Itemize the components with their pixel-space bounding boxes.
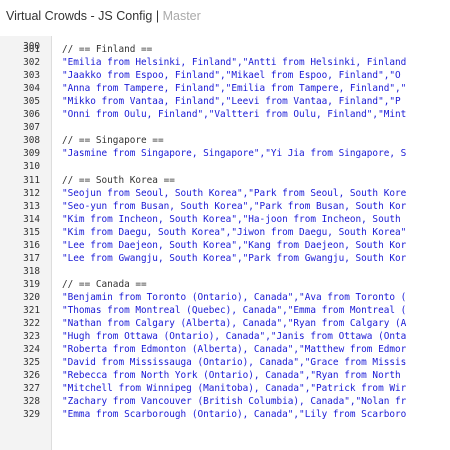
code-comment: // == Finland ==	[62, 44, 153, 55]
code-text: "Anna from Tampere, Finland","Emilia fro…	[62, 83, 407, 95]
line-number: 308	[23, 135, 40, 147]
code-line[interactable]: 317 "Lee from Gwangju, South Korea","Park…	[0, 252, 450, 265]
code-line[interactable]: 312 "Seojun from Seoul, South Korea","Par…	[0, 187, 450, 200]
line-number: 328	[23, 396, 40, 408]
code-text: "Thomas from Montreal (Quebec), Canada",…	[62, 305, 407, 316]
code-line[interactable]: 305 "Mikko from Vantaa, Finland","Leevi f…	[0, 95, 450, 108]
code-text: "Kim from Daegu, South Korea","Jiwon fro…	[62, 226, 407, 238]
code-text: "Lee from Gwangju, South Korea","Park fr…	[62, 252, 407, 264]
line-number: 329	[23, 409, 40, 421]
code-text: "Hugh from Ottawa (Ontario), Canada","Ja…	[62, 331, 407, 343]
code-text: "Seo-yun from Busan, South Korea","Park …	[62, 200, 407, 212]
code-text: "Emilia from Helsinki, Finland","Antti f…	[62, 57, 407, 69]
code-comment: // == Singapore ==	[62, 135, 164, 147]
code-line[interactable]: 327 "Mitchell from Winnipeg (Manitoba), C…	[0, 382, 450, 395]
line-number: 302	[23, 57, 40, 69]
line-number: 304	[23, 83, 40, 95]
code-line[interactable]: 306 "Onni from Oulu, Finland","Valtteri f…	[0, 108, 450, 121]
line-number: 303	[23, 70, 40, 82]
code-line[interactable]: 307	[0, 121, 450, 134]
code-text: "Mitchell from Winnipeg (Manitoba), Cana…	[62, 383, 407, 395]
code-text: "Mikko from Vantaa, Finland","Leevi from…	[62, 96, 401, 108]
code-line[interactable]: 308 // == Singapore ==	[0, 134, 450, 147]
app-window: Virtual Crowds - JS Config | Master 300 …	[0, 0, 450, 450]
code-line[interactable]: 302 "Emilia from Helsinki, Finland","Antt…	[0, 56, 450, 69]
code-line[interactable]: 322 "Nathan from Calgary (Alberta), Canad…	[0, 317, 450, 330]
code-text: "Lee from Daejeon, South Korea","Kang fr…	[62, 239, 407, 251]
line-number: 305	[23, 96, 40, 108]
line-number: 327	[23, 383, 40, 395]
line-number: 306	[23, 109, 40, 121]
code-line[interactable]: 320 "Benjamin from Toronto (Ontario), Can…	[0, 291, 450, 304]
code-line[interactable]: 314 "Kim from Incheon, South Korea","Ha-j…	[0, 213, 450, 226]
line-number: 313	[23, 200, 40, 212]
code-text: "Zachary from Vancouver (British Columbi…	[62, 396, 407, 408]
code-line[interactable]: 325 "David from Mississauga (Ontario), Ca…	[0, 356, 450, 369]
code-line[interactable]: 328 "Zachary from Vancouver (British Colu…	[0, 395, 450, 408]
code-line[interactable]: 323 "Hugh from Ottawa (Ontario), Canada",…	[0, 330, 450, 343]
line-number: 318	[23, 265, 40, 277]
code-line[interactable]: 313 "Seo-yun from Busan, South Korea","Pa…	[0, 200, 450, 213]
branch-name[interactable]: Master	[163, 9, 201, 23]
code-text: "Emma from Scarborough (Ontario), Canada…	[62, 409, 407, 421]
code-line-partial: 300	[0, 36, 450, 52]
code-line[interactable]: 321 "Thomas from Montreal (Quebec), Canad…	[0, 304, 450, 317]
code-editor[interactable]: 300 301 // == Finland == 302 "Emilia from H…	[0, 36, 450, 450]
line-number: 326	[23, 370, 40, 382]
code-line[interactable]: 315 "Kim from Daegu, South Korea","Jiwon …	[0, 226, 450, 239]
line-number: 322	[23, 318, 40, 330]
line-number: 309	[23, 148, 40, 160]
code-text: "Jasmine from Singapore, Singapore","Yi …	[62, 148, 407, 160]
window-title: Virtual Crowds - JS Config	[6, 9, 153, 23]
code-line[interactable]: 303 "Jaakko from Espoo, Finland","Mikael …	[0, 69, 450, 82]
line-number: 315	[23, 226, 40, 238]
line-number: 324	[23, 344, 40, 356]
line-number: 310	[23, 161, 40, 173]
line-number: 317	[23, 252, 40, 264]
code-line[interactable]: 324 "Roberta from Edmonton (Alberta), Can…	[0, 343, 450, 356]
code-line[interactable]: 309 "Jasmine from Singapore, Singapore","…	[0, 147, 450, 160]
line-number: 311	[23, 174, 40, 186]
code-comment: // == Canada ==	[62, 278, 147, 290]
code-line[interactable]: 329 "Emma from Scarborough (Ontario), Can…	[0, 408, 450, 421]
code-comment: // == South Korea ==	[62, 174, 175, 186]
code-text: "Benjamin from Toronto (Ontario), Canada…	[62, 291, 407, 303]
code-text: "Jaakko from Espoo, Finland","Mikael fro…	[62, 70, 401, 82]
code-text: "Roberta from Edmonton (Alberta), Canada…	[62, 344, 407, 356]
code-line[interactable]: 301 // == Finland ==	[0, 43, 450, 56]
code-text: "Seojun from Seoul, South Korea","Park f…	[62, 187, 407, 199]
line-number: 320	[23, 291, 40, 303]
code-line[interactable]: 310	[0, 160, 450, 173]
code-text: "Onni from Oulu, Finland","Valtteri from…	[62, 109, 407, 121]
code-text: "Rebecca from North York (Ontario), Cana…	[62, 370, 401, 382]
code-line[interactable]: 319 // == Canada ==	[0, 278, 450, 291]
code-line[interactable]: 304 "Anna from Tampere, Finland","Emilia …	[0, 82, 450, 95]
line-number: 323	[23, 331, 40, 343]
code-line[interactable]: 326 "Rebecca from North York (Ontario), C…	[0, 369, 450, 382]
line-number: 316	[23, 239, 40, 251]
code-line[interactable]: 318	[0, 265, 450, 278]
line-number: 319	[23, 278, 40, 290]
title-bar: Virtual Crowds - JS Config | Master	[0, 0, 450, 36]
code-text: "David from Mississauga (Ontario), Canad…	[62, 357, 407, 369]
code-line[interactable]: 316 "Lee from Daejeon, South Korea","Kang…	[0, 239, 450, 252]
line-number: 314	[23, 213, 40, 225]
line-number: 325	[23, 357, 40, 369]
code-line[interactable]: 311 // == South Korea ==	[0, 174, 450, 187]
code-text: "Nathan from Calgary (Alberta), Canada",…	[62, 318, 407, 330]
line-number: 301	[23, 44, 40, 55]
title-separator: |	[155, 9, 160, 23]
line-number: 312	[23, 187, 40, 199]
code-text: "Kim from Incheon, South Korea","Ha-joon…	[62, 213, 401, 225]
window-title-group: Virtual Crowds - JS Config | Master	[6, 9, 201, 23]
line-number: 307	[23, 122, 40, 134]
line-number: 321	[23, 305, 40, 316]
